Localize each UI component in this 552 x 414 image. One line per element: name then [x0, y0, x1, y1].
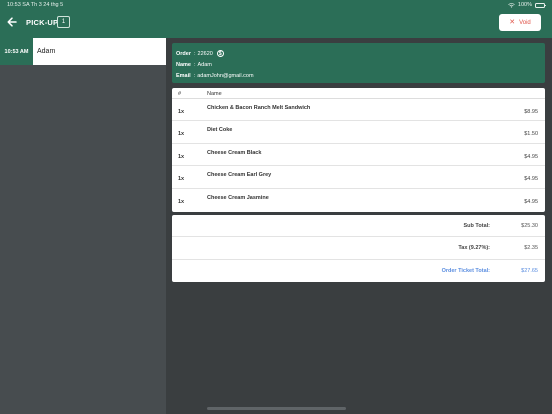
tax-label: Tax (9.27%): — [458, 245, 490, 252]
item-qty: 1x — [178, 153, 185, 160]
order-customer-name: Adam — [33, 38, 166, 65]
home-indicator — [207, 407, 346, 410]
subtotal-label: Sub Total: — [463, 223, 490, 229]
separator: : — [193, 61, 196, 68]
customer-email: adamJohn@gmail.com — [197, 72, 254, 79]
order-label: Order — [176, 50, 191, 57]
order-count-badge: 1 — [57, 16, 70, 28]
item-qty: 1x — [178, 198, 185, 205]
item-price: $8.95 — [524, 109, 538, 115]
top-bar: 10:53 SA Th 3 24 thg 5 100% PICK-UP 1 ✕ … — [0, 0, 552, 38]
order-number: 22620 — [197, 50, 213, 57]
item-qty: 1x — [178, 176, 185, 183]
table-row[interactable]: 1x Diet Coke $1.50 — [172, 121, 545, 144]
customer-name: Adam — [197, 61, 212, 68]
status-right: 100% — [508, 2, 546, 8]
header-name: Name — [207, 91, 222, 97]
item-price: $4.95 — [524, 198, 538, 205]
order-number-row: Order : 22620 $ — [176, 48, 541, 59]
item-name: Cheese Cream Jasmine — [207, 194, 269, 201]
customer-email-row: Email : adamJohn@gmail.com — [176, 70, 541, 81]
tax-row: Tax (9.27%): $2.35 — [172, 237, 545, 260]
info-icon[interactable]: $ — [216, 50, 224, 57]
back-arrow-icon[interactable] — [6, 16, 18, 28]
name-label: Name — [176, 61, 191, 68]
order-total-value: $27.65 — [521, 267, 538, 274]
email-label: Email — [176, 72, 191, 79]
subtotal-row: Sub Total: $25.30 — [172, 215, 545, 238]
order-time: 10:53 AM — [0, 38, 33, 65]
status-time-date: 10:53 SA Th 3 24 thg 5 — [7, 2, 64, 8]
void-button-label: Void — [519, 19, 531, 26]
order-info-card: Order : 22620 $ Name : Adam Email : adam… — [172, 43, 545, 83]
battery-icon — [535, 2, 546, 8]
order-total-label: Order Ticket Total: — [441, 267, 490, 274]
battery-percent: 100% — [517, 2, 532, 8]
table-row[interactable]: 1x Cheese Cream Earl Grey $4.95 — [172, 166, 545, 189]
order-items-table: # Name 1x Chicken & Bacon Ranch Melt San… — [172, 88, 545, 212]
item-price: $4.95 — [524, 153, 538, 160]
void-button[interactable]: ✕ Void — [499, 14, 541, 31]
customer-name-row: Name : Adam — [176, 59, 541, 70]
order-total-row: Order Ticket Total: $27.65 — [172, 260, 545, 282]
item-name: Cheese Cream Earl Grey — [207, 172, 272, 179]
subtotal-value: $25.30 — [521, 223, 538, 229]
table-row[interactable]: 1x Chicken & Bacon Ranch Melt Sandwich $… — [172, 99, 545, 122]
table-row[interactable]: 1x Cheese Cream Jasmine $4.95 — [172, 189, 545, 211]
order-list-item[interactable]: 10:53 AM Adam — [0, 38, 166, 65]
item-name: Cheese Cream Black — [207, 149, 262, 156]
table-header: # Name — [172, 88, 545, 99]
close-icon: ✕ — [509, 19, 516, 26]
wifi-icon — [508, 2, 515, 8]
item-qty: 1x — [178, 109, 185, 115]
item-price: $1.50 — [524, 131, 538, 138]
item-name: Diet Coke — [207, 127, 233, 134]
item-qty: 1x — [178, 131, 185, 138]
table-row[interactable]: 1x Cheese Cream Black $4.95 — [172, 144, 545, 167]
item-price: $4.95 — [524, 176, 538, 183]
order-list-sidebar: 10:53 AM Adam — [0, 38, 166, 414]
separator: : — [193, 72, 196, 79]
separator: : — [193, 50, 196, 57]
item-name: Chicken & Bacon Ranch Melt Sandwich — [207, 105, 311, 111]
page-title: PICK-UP — [26, 18, 59, 27]
order-totals-card: Sub Total: $25.30 Tax (9.27%): $2.35 Ord… — [172, 215, 545, 282]
header-qty: # — [178, 91, 182, 97]
tax-value: $2.35 — [524, 245, 538, 252]
